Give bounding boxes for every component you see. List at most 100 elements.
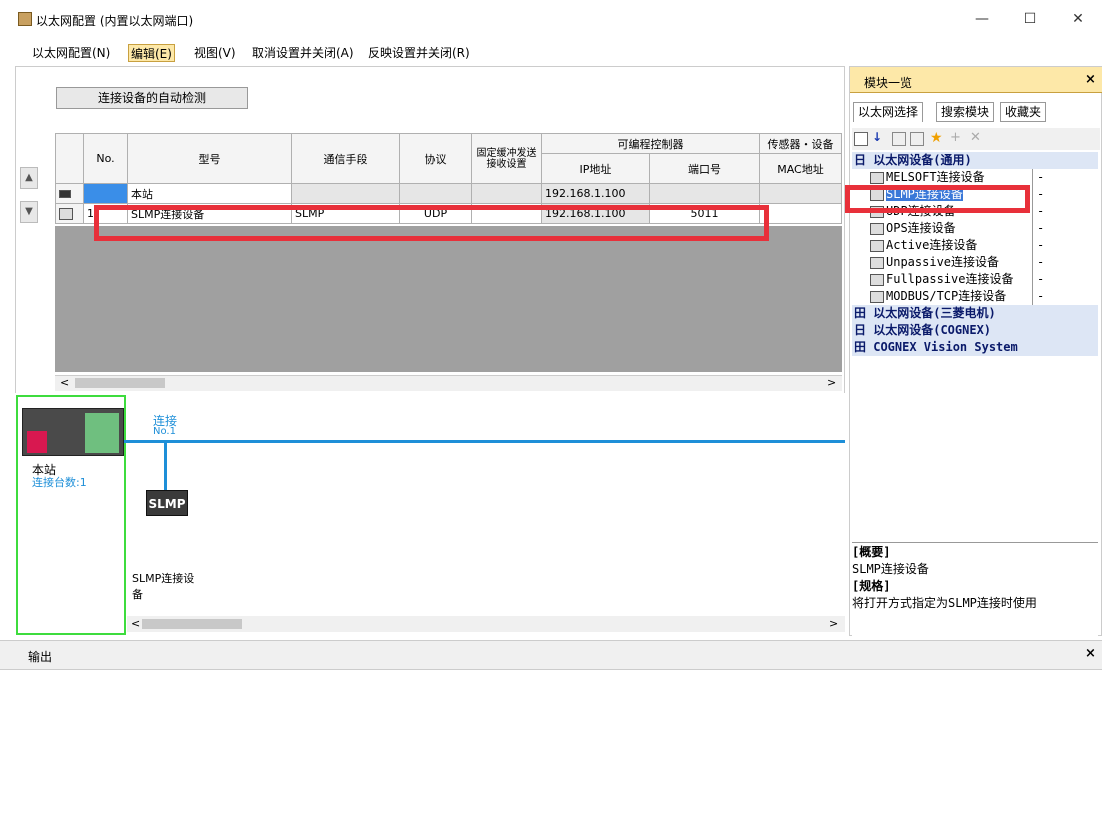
scroll-left-icon[interactable]: < <box>60 376 69 389</box>
output-bar <box>0 640 1102 670</box>
tree-item[interactable]: MELSOFT连接设备 - <box>852 169 1098 186</box>
move-up-button[interactable]: ▲ <box>20 167 38 189</box>
ethernet-bus <box>124 440 845 443</box>
cell-comm <box>291 183 400 204</box>
group-sensor: 传感器・设备 <box>759 133 842 154</box>
col-mac: MAC地址 <box>759 153 842 184</box>
tree-category-label: 田 COGNEX Vision System <box>854 340 1018 354</box>
menu-apply-close[interactable]: 反映设置并关闭(R) <box>366 44 472 62</box>
menu-cancel-close[interactable]: 取消设置并关闭(A) <box>250 44 356 62</box>
tree-item-label: Fullpassive连接设备 <box>886 272 1014 286</box>
tree-item-label: OPS连接设备 <box>886 221 956 235</box>
col-comm: 通信手段 <box>291 133 400 184</box>
collapse-icon[interactable] <box>910 132 924 146</box>
tree-item-value: - <box>1032 237 1044 254</box>
tree-category[interactable]: 日 以太网设备(COGNEX) <box>852 322 1098 339</box>
col-model: 型号 <box>127 133 292 184</box>
col-ip: IP地址 <box>541 153 650 184</box>
table-row[interactable]: 本站 192.168.1.100 <box>55 183 842 204</box>
expand-icon[interactable] <box>892 132 906 146</box>
tree-item-value: - <box>1032 288 1044 305</box>
sort-category-icon[interactable] <box>854 132 868 146</box>
tree-item-label: Active连接设备 <box>886 238 978 252</box>
cell-protocol <box>399 183 472 204</box>
module-icon <box>870 256 884 269</box>
col-port: 端口号 <box>649 153 760 184</box>
tree-category[interactable]: 田 COGNEX Vision System <box>852 339 1098 356</box>
module-icon <box>870 290 884 303</box>
tree-item-value: - <box>1032 271 1044 288</box>
close-button[interactable]: ✕ <box>1064 8 1092 30</box>
delete-icon[interactable]: ✕ <box>970 130 981 145</box>
highlight-box <box>94 205 769 241</box>
output-close-icon[interactable]: × <box>1085 646 1096 661</box>
scroll-right-icon[interactable]: > <box>827 376 836 389</box>
cell-model: 本站 <box>127 183 292 204</box>
table-hscrollbar[interactable] <box>55 375 842 391</box>
tab-search[interactable]: 搜索模块 <box>936 102 995 122</box>
tree-item[interactable]: OPS连接设备 - <box>852 220 1098 237</box>
output-area[interactable] <box>15 672 1102 826</box>
spec-heading: [规格] <box>852 579 891 593</box>
move-down-button[interactable]: ▼ <box>20 201 38 223</box>
scroll-thumb[interactable] <box>75 378 165 388</box>
plc-station-icon[interactable] <box>22 408 124 456</box>
close-icon[interactable]: × <box>1085 72 1096 87</box>
menu-edit[interactable]: 编辑(E) <box>128 44 175 62</box>
station-count: 连接台数:1 <box>32 476 87 489</box>
table-empty-area <box>55 226 842 372</box>
cell-no <box>83 183 128 204</box>
tab-ethernet-select[interactable]: 以太网选择 <box>853 102 924 122</box>
col-fixed-buffer: 固定缓冲发送接收设置 <box>471 133 542 184</box>
scroll-left-icon[interactable]: < <box>131 617 140 630</box>
module-list-title: 模块一览 <box>864 76 913 90</box>
io-module <box>85 413 119 453</box>
menu-ethernet[interactable]: 以太网配置(N) <box>30 44 112 62</box>
connection-line <box>164 443 167 491</box>
sort-az-icon[interactable]: ↓ <box>872 130 882 144</box>
module-icon <box>870 171 884 184</box>
module-description: [概要] SLMP连接设备 [规格] 将打开方式指定为SLMP连接时使用 <box>852 542 1098 636</box>
maximize-button[interactable]: ☐ <box>1016 8 1044 30</box>
cell-port <box>649 183 760 204</box>
tree-item-value: - <box>1032 203 1044 220</box>
cell-mac <box>759 183 842 204</box>
tab-favorites[interactable]: 收藏夹 <box>1000 102 1047 122</box>
plc-icon <box>59 190 71 198</box>
row-icon <box>55 183 84 204</box>
group-plc: 可编程控制器 <box>541 133 760 154</box>
tree-item-value: - <box>1032 186 1044 203</box>
tree-item-value: - <box>1032 254 1044 271</box>
favorite-star-icon[interactable]: ★ <box>930 130 943 146</box>
app-icon <box>18 12 32 26</box>
tree-item-value: - <box>1032 169 1044 186</box>
overview-text: SLMP连接设备 <box>852 562 929 576</box>
slmp-node[interactable]: SLMP <box>146 490 188 516</box>
spec-text: 将打开方式指定为SLMP连接时使用 <box>852 596 1037 610</box>
cell-mac[interactable] <box>759 203 842 224</box>
module-icon <box>870 222 884 235</box>
minimize-button[interactable]: — <box>968 8 996 30</box>
tree-item[interactable]: MODBUS/TCP连接设备 - <box>852 288 1098 305</box>
scroll-thumb[interactable] <box>142 619 242 629</box>
tree-category[interactable]: 日 以太网设备(通用) <box>852 152 1098 169</box>
tree-item[interactable]: Active连接设备 - <box>852 237 1098 254</box>
tree-category[interactable]: 田 以太网设备(三菱电机) <box>852 305 1098 322</box>
node-name: SLMP连接设备 <box>132 572 195 601</box>
tree-category-label: 日 以太网设备(通用) <box>854 153 972 167</box>
add-favorite-icon[interactable]: + <box>950 130 961 145</box>
tree-item-label: Unpassive连接设备 <box>886 255 1000 269</box>
slmp-device-icon <box>59 208 73 220</box>
module-icon <box>870 239 884 252</box>
overview-heading: [概要] <box>852 545 891 559</box>
menu-view[interactable]: 视图(V) <box>192 44 238 62</box>
tree-item[interactable]: Unpassive连接设备 - <box>852 254 1098 271</box>
scroll-right-icon[interactable]: > <box>829 617 838 630</box>
cell-ip: 192.168.1.100 <box>541 183 650 204</box>
tree-category-label: 日 以太网设备(COGNEX) <box>854 323 992 337</box>
window-title: 以太网配置 (内置以太网端口) <box>36 14 194 28</box>
cell-fixed <box>471 183 542 204</box>
tree-item[interactable]: Fullpassive连接设备 - <box>852 271 1098 288</box>
auto-detect-button[interactable]: 连接设备的自动检测 <box>56 87 248 109</box>
tree-item-label: MELSOFT连接设备 <box>886 170 985 184</box>
